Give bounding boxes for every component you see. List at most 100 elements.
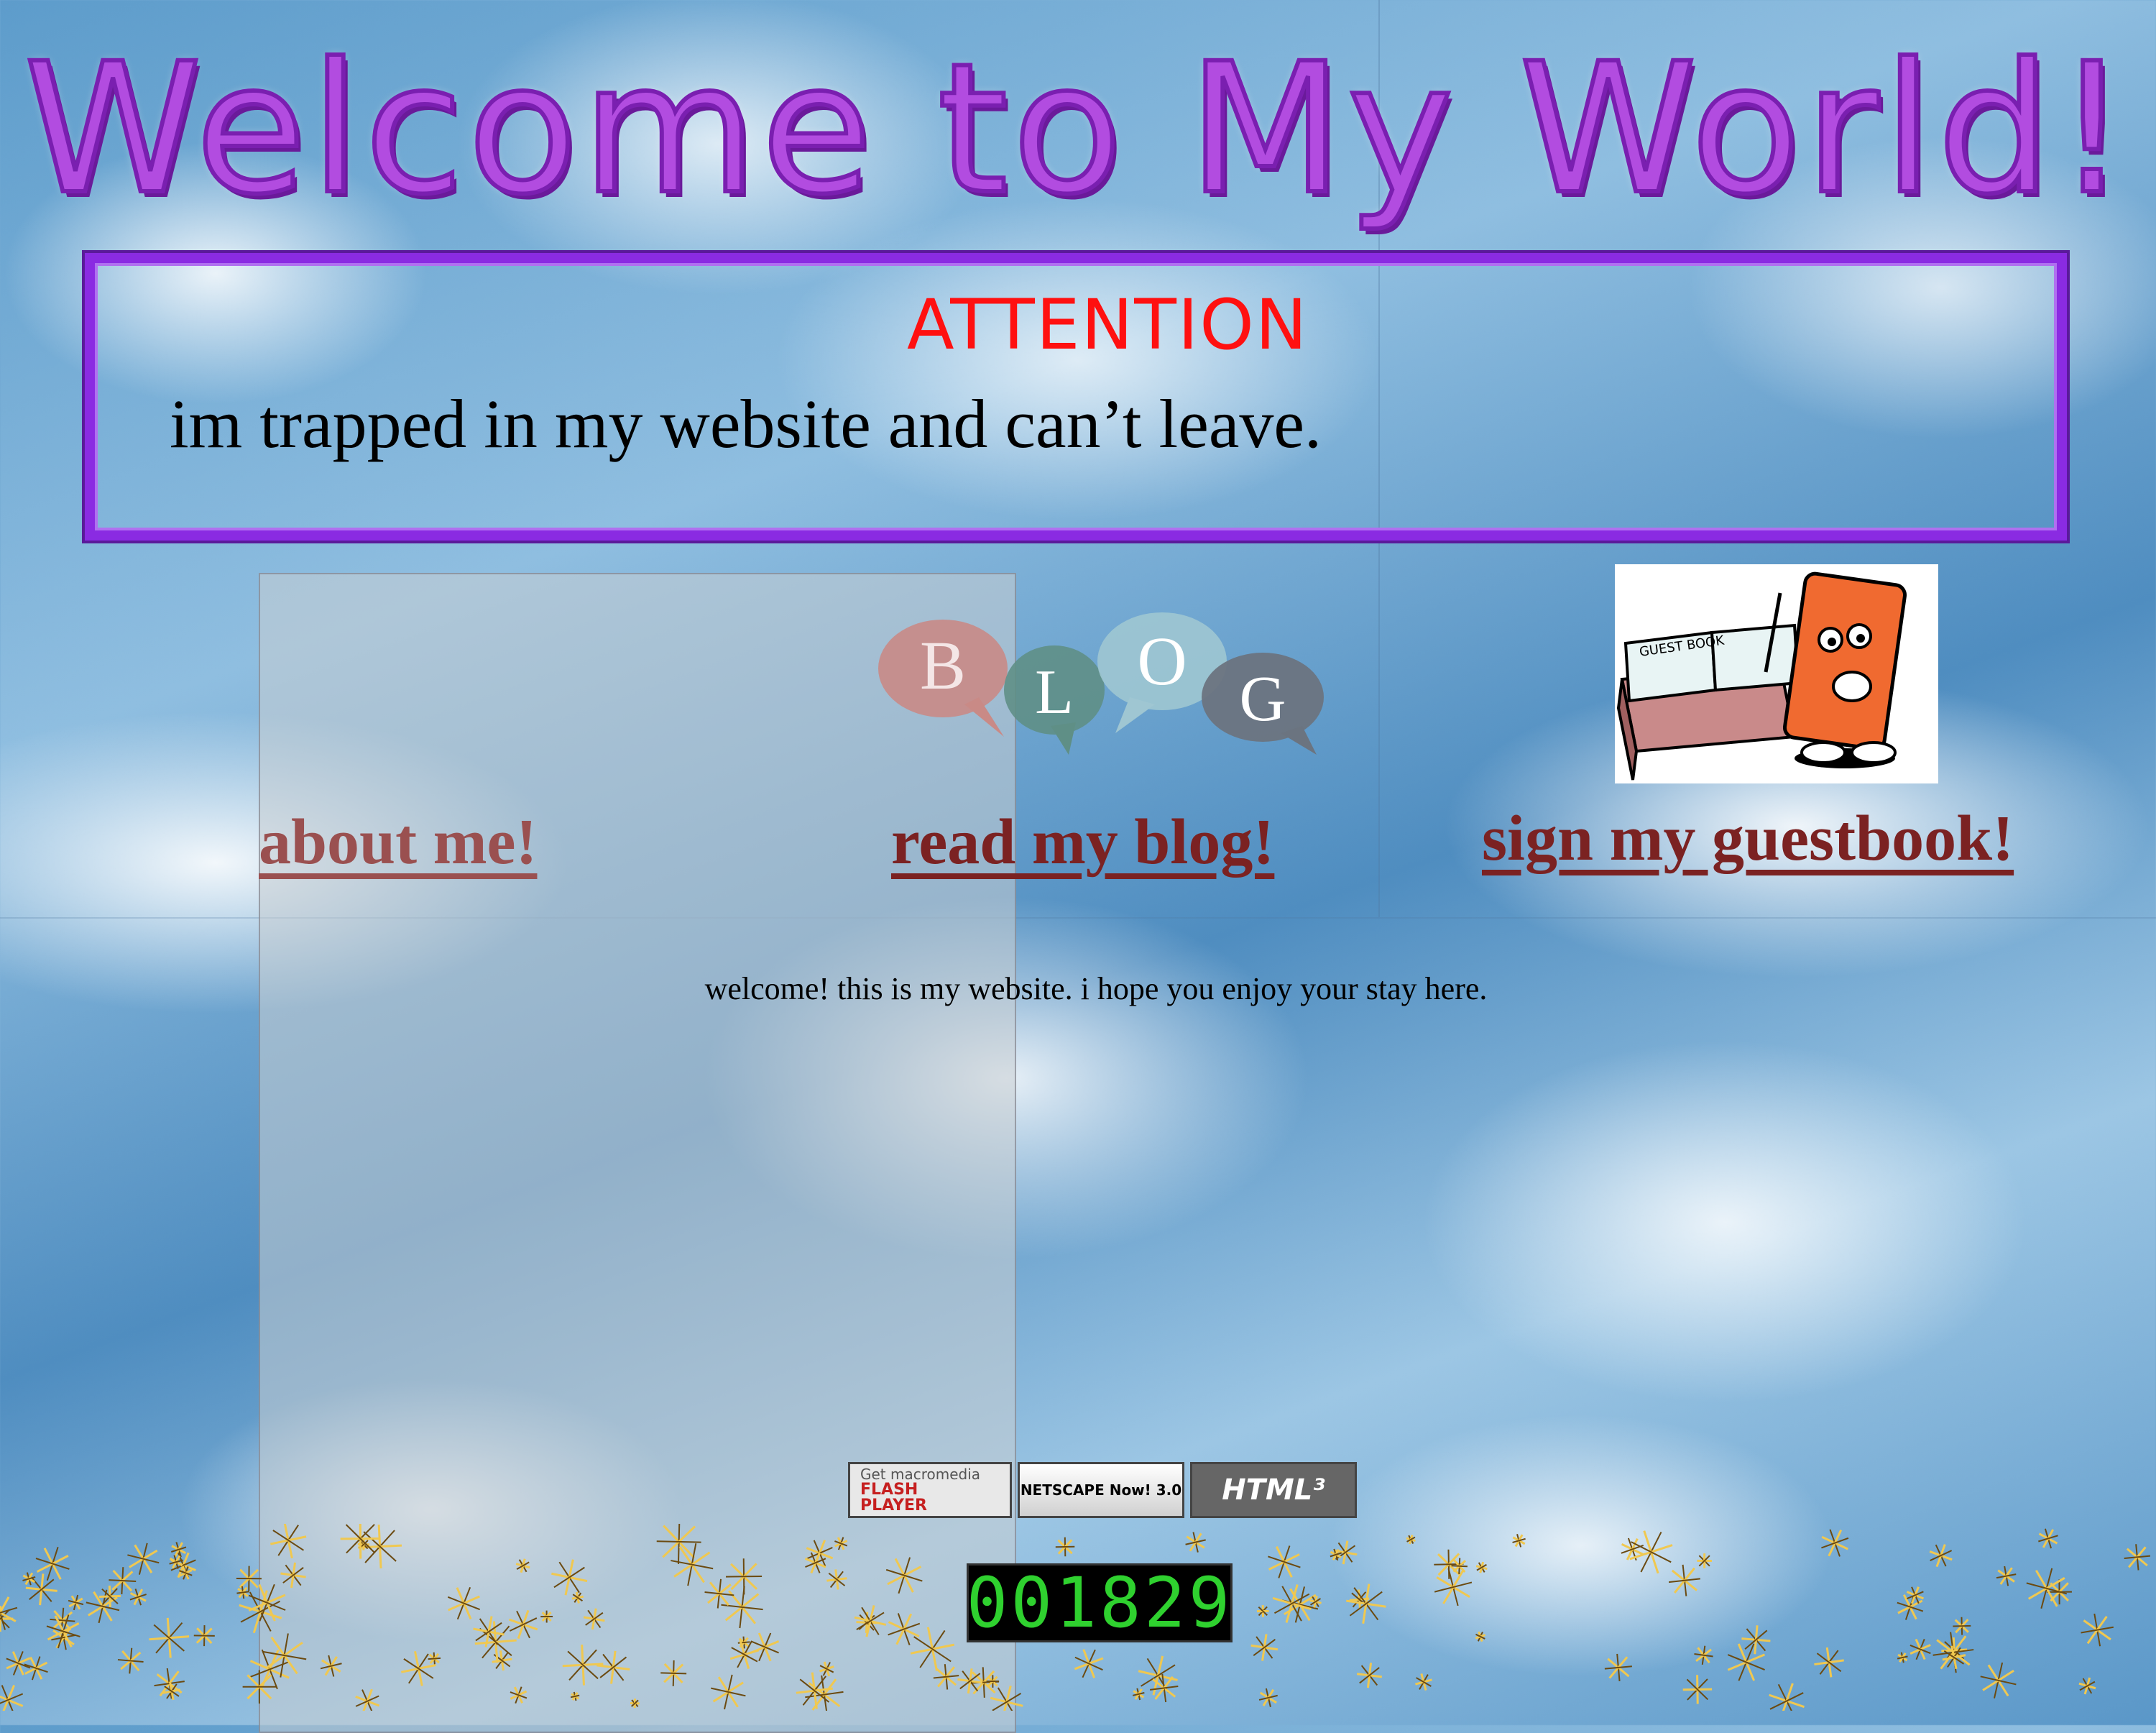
sparkle-star	[65, 1592, 87, 1614]
welcome-text: welcome! this is my website. i hope you …	[0, 970, 2156, 1007]
hit-counter: 001829	[967, 1563, 1233, 1642]
blog-bubble-l: L	[1004, 645, 1105, 755]
blog-logo[interactable]: B L O G	[878, 611, 1324, 755]
sparkle-star	[147, 1617, 190, 1660]
sparkle-star	[177, 1564, 195, 1582]
sparkle-star	[1697, 1553, 1712, 1568]
sparkle-star	[113, 1642, 149, 1678]
sparkle-star	[167, 1553, 186, 1572]
sparkle-star	[1763, 1678, 1810, 1711]
blog-letter-b: B	[920, 627, 966, 704]
sparkle-star	[1892, 1589, 1928, 1625]
sparkle-star	[1144, 1668, 1184, 1708]
sparkle-star	[1720, 1636, 1773, 1688]
sparkle-star	[98, 1585, 121, 1607]
sparkle-star	[1940, 1644, 1968, 1671]
sparkle-star	[1275, 1579, 1326, 1630]
sparkle-star	[166, 1548, 201, 1583]
sparkle-star	[1267, 1579, 1316, 1628]
sparkle-star	[1181, 1528, 1210, 1557]
sparkle-star	[0, 1589, 24, 1637]
sparkle-star	[234, 1583, 252, 1601]
flash-player-badge[interactable]: Get macromedia FLASH PLAYER	[848, 1462, 1012, 1518]
sparkle-star	[1904, 1583, 1927, 1606]
sparkle-star	[19, 1652, 52, 1685]
attention-box: ATTENTION im trapped in my website and c…	[85, 253, 2067, 541]
sparkle-star	[1428, 1543, 1470, 1585]
sparkle-star	[1427, 1560, 1479, 1613]
blog-letter-g: G	[1240, 663, 1286, 735]
sparkle-star	[1617, 1534, 1649, 1566]
sparkle-star	[1355, 1661, 1383, 1689]
blog-bubble-b: B	[878, 620, 1008, 737]
sparkle-star	[20, 1570, 38, 1588]
sparkle-star	[190, 1621, 219, 1650]
sparkle-star	[46, 1620, 80, 1655]
sparkle-star	[1448, 1555, 1471, 1578]
sign-guestbook-link[interactable]: sign my guestbook!	[1482, 801, 2014, 875]
html3-badge[interactable]: HTML³	[1190, 1462, 1357, 1518]
sparkle-star	[24, 1572, 59, 1606]
sparkle-star	[1599, 1648, 1638, 1687]
sparkle-star	[121, 1537, 165, 1581]
sparkle-star	[1332, 1539, 1359, 1566]
sparkle-star	[0, 1679, 29, 1711]
sparkle-star	[1510, 1532, 1529, 1550]
sparkle-star	[1475, 1560, 1488, 1574]
sparkle-star	[1256, 1685, 1281, 1711]
sparkle-star	[1925, 1624, 1982, 1681]
sparkle-star	[1051, 1533, 1079, 1560]
sparkle-star	[126, 1586, 149, 1609]
sparkle-star	[1992, 1562, 2020, 1590]
sparkle-star	[1405, 1534, 1416, 1545]
sparkle-star	[1343, 1581, 1388, 1627]
sparkle-star	[1134, 1652, 1182, 1700]
sparkle-star	[1741, 1624, 1772, 1655]
sparkle-star	[40, 1608, 87, 1655]
sparkle-star	[1349, 1589, 1370, 1610]
guestbook-illustration[interactable]: GUEST BOOK	[1615, 564, 1938, 783]
sparkle-star	[1895, 1650, 1909, 1665]
blog-bubble-g: G	[1202, 653, 1324, 755]
sparkle-star	[1906, 1635, 1935, 1663]
sparkle-star	[2074, 1607, 2120, 1653]
sparkle-star	[1973, 1655, 2023, 1706]
sparkle-star	[1623, 1524, 1679, 1580]
page-title: Welcome to My World!	[0, 22, 2156, 237]
sparkle-star	[1474, 1630, 1487, 1643]
sparkle-star	[148, 1662, 191, 1705]
sparkle-star	[103, 1561, 142, 1599]
sparkle-star	[1925, 1540, 1955, 1571]
sparkle-star	[2042, 1574, 2077, 1609]
sparkle-star	[1690, 1642, 1717, 1668]
sparkle-star	[79, 1583, 126, 1629]
sparkle-star	[1413, 1671, 1434, 1692]
sparkle-star	[1940, 1637, 1968, 1664]
sparkle-star	[1249, 1632, 1280, 1663]
blog-letter-l: L	[1035, 658, 1074, 727]
sparkle-star	[162, 1681, 182, 1701]
sparkle-star	[1130, 1686, 1147, 1702]
sparkle-star	[2035, 1525, 2063, 1553]
blog-letter-o: O	[1137, 622, 1187, 699]
sparkle-star	[1662, 1558, 1707, 1603]
about-me-link[interactable]: about me!	[259, 805, 537, 879]
sparkle-star	[1949, 1614, 1974, 1639]
badge-row: Get macromedia FLASH PLAYER NETSCAPE Now…	[848, 1462, 1357, 1521]
attention-message: im trapped in my website and can’t leave…	[170, 384, 1322, 464]
sparkle-star	[1261, 1539, 1307, 1585]
sparkle-star	[1816, 1524, 1854, 1562]
sparkle-star	[1682, 1675, 1712, 1704]
sparkle-star	[0, 1606, 13, 1632]
read-blog-link[interactable]: read my blog!	[891, 805, 1274, 879]
sparkle-star	[2077, 1675, 2099, 1697]
sparkle-star	[1069, 1644, 1108, 1683]
sparkle-star	[1309, 1594, 1323, 1609]
sparkle-star	[2018, 1560, 2075, 1617]
sparkle-star	[1812, 1645, 1846, 1679]
sparkle-star	[29, 1540, 76, 1588]
sparkle-star	[45, 1603, 80, 1638]
sparkle-star	[1328, 1547, 1344, 1563]
sparkle-star	[1, 1647, 35, 1681]
netscape-badge[interactable]: NETSCAPE Now! 3.0	[1018, 1462, 1184, 1518]
